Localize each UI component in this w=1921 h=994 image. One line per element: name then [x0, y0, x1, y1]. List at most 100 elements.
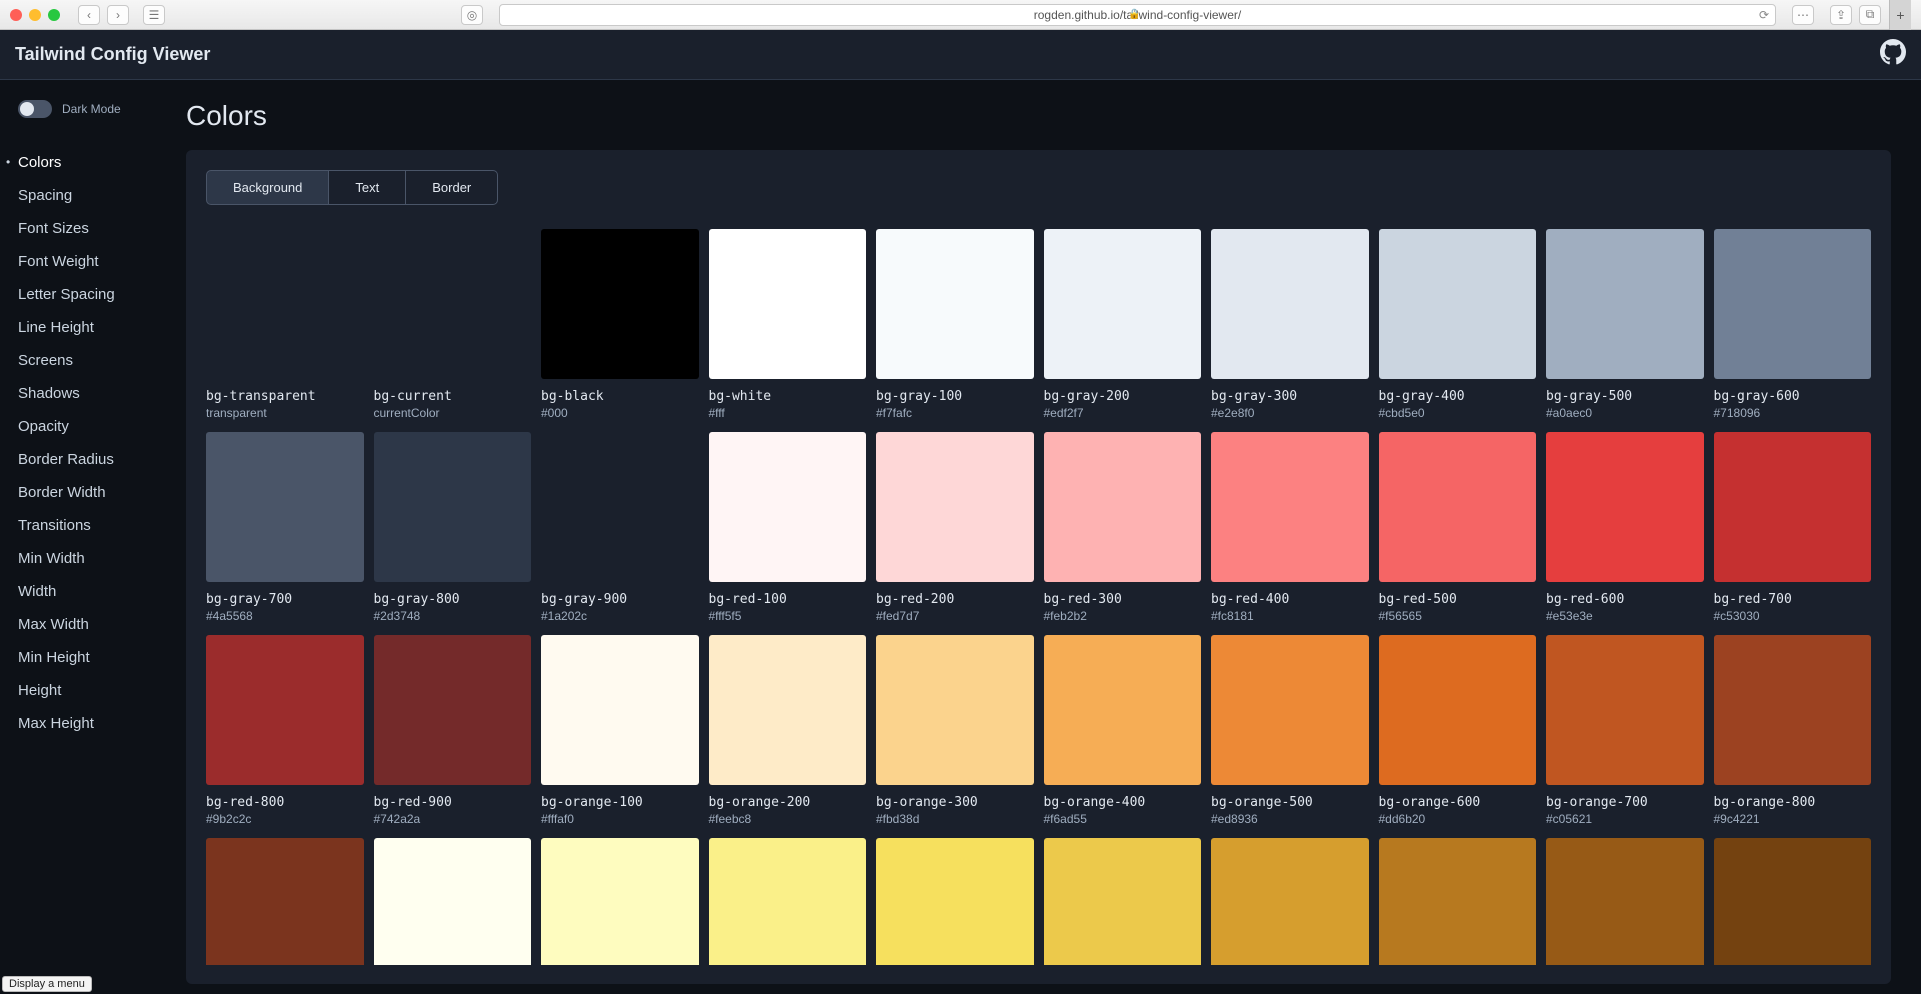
swatch-name: bg-red-800 [206, 795, 364, 810]
swatch-bg-white[interactable]: bg-white#fff [709, 229, 867, 420]
swatch-bg-red-100[interactable]: bg-red-100#fff5f5 [709, 432, 867, 623]
sidebar-item-letter-spacing[interactable]: Letter Spacing [18, 278, 168, 311]
swatch-bg-orange-600[interactable]: bg-orange-600#dd6b20 [1379, 635, 1537, 826]
more-button[interactable]: ⋯ [1792, 5, 1814, 25]
app-title: Tailwind Config Viewer [15, 44, 210, 65]
sidebar-item-font-sizes[interactable]: Font Sizes [18, 212, 168, 245]
sidebar-item-transitions[interactable]: Transitions [18, 509, 168, 542]
swatch-bg-gray-900[interactable]: bg-gray-900#1a202c [541, 432, 699, 623]
swatch-bg-yellow-100[interactable]: bg-yellow-100#fffff0 [374, 838, 532, 965]
swatch-bg-red-600[interactable]: bg-red-600#e53e3e [1546, 432, 1704, 623]
maximize-window-button[interactable] [48, 9, 60, 21]
back-button[interactable]: ‹ [78, 5, 100, 25]
swatch-bg-yellow-900[interactable]: bg-yellow-900#744210 [1714, 838, 1872, 965]
swatch-bg-gray-300[interactable]: bg-gray-300#e2e8f0 [1211, 229, 1369, 420]
swatch-color [1546, 838, 1704, 965]
swatch-bg-yellow-800[interactable]: bg-yellow-800#975a16 [1546, 838, 1704, 965]
tabs-button[interactable]: ⧉ [1859, 5, 1881, 25]
swatch-bg-yellow-700[interactable]: bg-yellow-700#b7791f [1379, 838, 1537, 965]
swatch-name: bg-gray-900 [541, 592, 699, 607]
swatch-bg-red-700[interactable]: bg-red-700#c53030 [1714, 432, 1872, 623]
swatch-color [1211, 635, 1369, 785]
address-bar[interactable]: 🔒 rogden.github.io/tailwind-config-viewe… [499, 4, 1776, 26]
swatch-bg-gray-600[interactable]: bg-gray-600#718096 [1714, 229, 1872, 420]
sidebar-item-max-height[interactable]: Max Height [18, 707, 168, 740]
sidebar-item-spacing[interactable]: Spacing [18, 179, 168, 212]
close-window-button[interactable] [10, 9, 22, 21]
swatch-name: bg-red-200 [876, 592, 1034, 607]
swatch-bg-orange-300[interactable]: bg-orange-300 #fbd38d [876, 635, 1034, 826]
swatch-bg-yellow-300[interactable]: bg-yellow-300#faf089 [709, 838, 867, 965]
sidebar-toggle-button[interactable]: ☰ [143, 5, 165, 25]
swatch-name: bg-orange-300 [876, 795, 1034, 810]
swatch-bg-gray-500[interactable]: bg-gray-500#a0aec0 [1546, 229, 1704, 420]
swatch-bg-orange-900[interactable]: bg-orange-900#7b341e [206, 838, 364, 965]
new-tab-button[interactable]: + [1889, 0, 1911, 30]
swatch-color [876, 838, 1034, 965]
reload-icon[interactable]: ⟳ [1759, 8, 1769, 22]
sidebar-item-colors[interactable]: Colors [18, 146, 168, 179]
sidebar-item-line-height[interactable]: Line Height [18, 311, 168, 344]
swatch-color [374, 635, 532, 785]
sidebar-item-label: Max Width [18, 616, 89, 633]
sidebar-item-font-weight[interactable]: Font Weight [18, 245, 168, 278]
sidebar-item-opacity[interactable]: Opacity [18, 410, 168, 443]
dark-mode-toggle[interactable]: Dark Mode [18, 100, 168, 118]
swatch-bg-orange-200[interactable]: bg-orange-200#feebc8 [709, 635, 867, 826]
swatch-value: #c53030 [1714, 609, 1872, 623]
swatch-bg-orange-500[interactable]: bg-orange-500#ed8936 [1211, 635, 1369, 826]
swatch-bg-red-800[interactable]: bg-red-800#9b2c2c [206, 635, 364, 826]
swatch-value: #f6ad55 [1044, 812, 1202, 826]
minimize-window-button[interactable] [29, 9, 41, 21]
swatch-bg-gray-100[interactable]: bg-gray-100#f7fafc [876, 229, 1034, 420]
sidebar-item-height[interactable]: Height [18, 674, 168, 707]
sidebar-item-max-width[interactable]: Max Width [18, 608, 168, 641]
sidebar-item-label: Width [18, 583, 56, 600]
github-link[interactable] [1880, 39, 1906, 70]
swatch-bg-red-500[interactable]: bg-red-500#f56565 [1379, 432, 1537, 623]
sidebar-item-label: Colors [18, 154, 61, 171]
swatch-bg-yellow-500[interactable]: bg-yellow-500#ecc94b [1044, 838, 1202, 965]
swatch-bg-red-900[interactable]: bg-red-900#742a2a [374, 635, 532, 826]
sidebar-item-min-height[interactable]: Min Height [18, 641, 168, 674]
sidebar-item-label: Height [18, 682, 61, 699]
toggle-track [18, 100, 52, 118]
swatch-value: #f7fafc [876, 406, 1034, 420]
swatch-value: #fbd38d [876, 812, 1034, 826]
share-button[interactable]: ⇪ [1830, 5, 1852, 25]
swatch-bg-gray-200[interactable]: bg-gray-200#edf2f7 [1044, 229, 1202, 420]
swatch-bg-current[interactable]: bg-currentcurrentColor [374, 229, 532, 420]
swatch-name: bg-orange-100 [541, 795, 699, 810]
swatch-bg-red-400[interactable]: bg-red-400#fc8181 [1211, 432, 1369, 623]
swatch-color [374, 229, 532, 379]
swatch-bg-orange-700[interactable]: bg-orange-700#c05621 [1546, 635, 1704, 826]
tab-text[interactable]: Text [329, 170, 406, 205]
tab-border[interactable]: Border [406, 170, 498, 205]
sidebar-item-label: Min Width [18, 550, 85, 567]
sidebar-item-width[interactable]: Width [18, 575, 168, 608]
swatch-bg-orange-800[interactable]: bg-orange-800#9c4221 [1714, 635, 1872, 826]
sidebar-item-screens[interactable]: Screens [18, 344, 168, 377]
reader-button[interactable]: ◎ [461, 5, 483, 25]
swatch-name: bg-red-400 [1211, 592, 1369, 607]
swatch-bg-yellow-600[interactable]: bg-yellow-600#d69e2e [1211, 838, 1369, 965]
swatch-bg-yellow-200[interactable]: bg-yellow-200#fefcbf [541, 838, 699, 965]
tab-background[interactable]: Background [206, 170, 329, 205]
swatch-bg-gray-700[interactable]: bg-gray-700#4a5568 [206, 432, 364, 623]
forward-button[interactable]: › [107, 5, 129, 25]
swatch-bg-gray-800[interactable]: bg-gray-800#2d3748 [374, 432, 532, 623]
sidebar-item-shadows[interactable]: Shadows [18, 377, 168, 410]
swatch-bg-black[interactable]: bg-black#000 [541, 229, 699, 420]
sidebar-item-border-width[interactable]: Border Width [18, 476, 168, 509]
sidebar-item-min-width[interactable]: Min Width [18, 542, 168, 575]
swatch-bg-gray-400[interactable]: bg-gray-400#cbd5e0 [1379, 229, 1537, 420]
swatch-bg-orange-100[interactable]: bg-orange-100#fffaf0 [541, 635, 699, 826]
swatch-color [1379, 229, 1537, 379]
swatch-color [1714, 635, 1872, 785]
swatch-bg-red-200[interactable]: bg-red-200#fed7d7 [876, 432, 1034, 623]
sidebar-item-border-radius[interactable]: Border Radius [18, 443, 168, 476]
swatch-bg-orange-400[interactable]: bg-orange-400#f6ad55 [1044, 635, 1202, 826]
swatch-bg-yellow-400[interactable]: bg-yellow-400#f6e05e [876, 838, 1034, 965]
swatch-bg-transparent[interactable]: bg-transparenttransparent [206, 229, 364, 420]
swatch-bg-red-300[interactable]: bg-red-300#feb2b2 [1044, 432, 1202, 623]
